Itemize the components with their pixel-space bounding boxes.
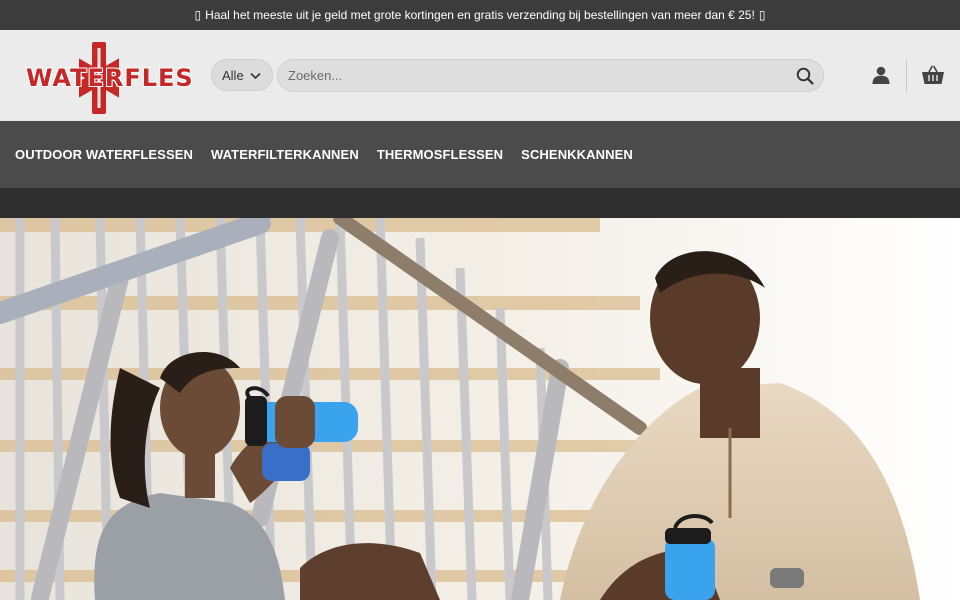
- main-nav: OUTDOOR WATERFLESSEN WATERFILTERKANNEN T…: [0, 121, 960, 188]
- nav-item-waterfilterkannen[interactable]: WATERFILTERKANNEN: [211, 147, 359, 162]
- nav-item-thermosflessen[interactable]: THERMOSFLESSEN: [377, 147, 503, 162]
- basket-icon[interactable]: [921, 65, 945, 85]
- search-icon[interactable]: [796, 67, 814, 85]
- site-logo[interactable]: WATERFLES: [26, 40, 194, 116]
- user-icon[interactable]: [871, 66, 891, 84]
- chevron-down-icon: [250, 72, 261, 79]
- nav-item-schenkkannen[interactable]: SCHENKKANNEN: [521, 147, 633, 162]
- hero-image: [0, 218, 960, 600]
- logo-wordmark: WATERFLES: [26, 64, 194, 92]
- promo-text: Haal het meeste uit je geld met grote ko…: [205, 8, 755, 22]
- category-select-value: Alle: [222, 67, 244, 83]
- gift-icon: ▯: [758, 8, 766, 22]
- nav-item-outdoor-waterflessen[interactable]: OUTDOOR WATERFLESSEN: [15, 147, 193, 162]
- promo-bar: ▯ Haal het meeste uit je geld met grote …: [0, 0, 960, 30]
- hero-illustration: [0, 218, 960, 600]
- nav-subbar: [0, 188, 960, 218]
- search-box: [277, 59, 824, 92]
- category-select[interactable]: Alle: [211, 59, 273, 91]
- gift-icon: ▯: [194, 8, 202, 22]
- site-header: WATERFLES Alle: [0, 30, 960, 121]
- header-divider: [906, 60, 907, 92]
- search-input[interactable]: [288, 60, 778, 91]
